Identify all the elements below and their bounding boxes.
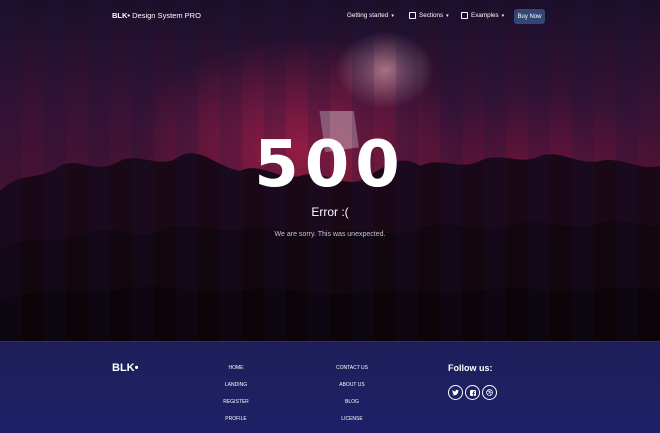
footer-link-register[interactable]: REGISTER — [206, 399, 266, 405]
chevron-down-icon: ▾ — [501, 12, 505, 19]
buy-now-button[interactable]: Buy Now — [514, 9, 545, 24]
error-description: We are sorry. This was unexpected. — [274, 231, 386, 238]
footer-link-profile[interactable]: PROFILE — [206, 416, 266, 422]
footer-link-landing[interactable]: LANDING — [206, 382, 266, 388]
navbar: BLK• Design System PRO Getting started ▾… — [0, 0, 660, 34]
nav-examples-label: Examples — [471, 12, 499, 19]
facebook-icon[interactable] — [465, 385, 480, 400]
footer-link-blog[interactable]: BLOG — [322, 399, 382, 405]
examples-icon — [461, 12, 468, 19]
error-code: 500 — [254, 128, 406, 202]
footer-link-home[interactable]: HOME — [206, 365, 266, 371]
nav-sections-label: Sections — [419, 12, 444, 19]
footer-brand[interactable]: BLK• — [112, 362, 138, 374]
follow-us-label: Follow us: — [448, 363, 493, 373]
footer-link-contact[interactable]: CONTACT US — [322, 365, 382, 371]
error-title: Error :( — [311, 205, 349, 219]
footer-link-about[interactable]: ABOUT US — [322, 382, 382, 388]
nav-examples[interactable]: Examples ▾ — [461, 12, 504, 19]
dribbble-icon[interactable] — [482, 385, 497, 400]
twitter-icon[interactable] — [448, 385, 463, 400]
chevron-down-icon: ▾ — [391, 12, 394, 19]
sections-icon — [409, 12, 416, 19]
nav-getting-started-label: Getting started — [347, 12, 389, 19]
brand-logo[interactable]: BLK• Design System PRO — [112, 11, 201, 20]
nav-getting-started[interactable]: Getting started ▾ — [347, 12, 394, 19]
nav-sections[interactable]: Sections ▾ — [409, 12, 449, 19]
footer: BLK• HOME LANDING REGISTER PROFILE CONTA… — [0, 341, 660, 433]
footer-link-license[interactable]: LICENSE — [322, 416, 382, 422]
chevron-down-icon: ▾ — [446, 12, 449, 19]
